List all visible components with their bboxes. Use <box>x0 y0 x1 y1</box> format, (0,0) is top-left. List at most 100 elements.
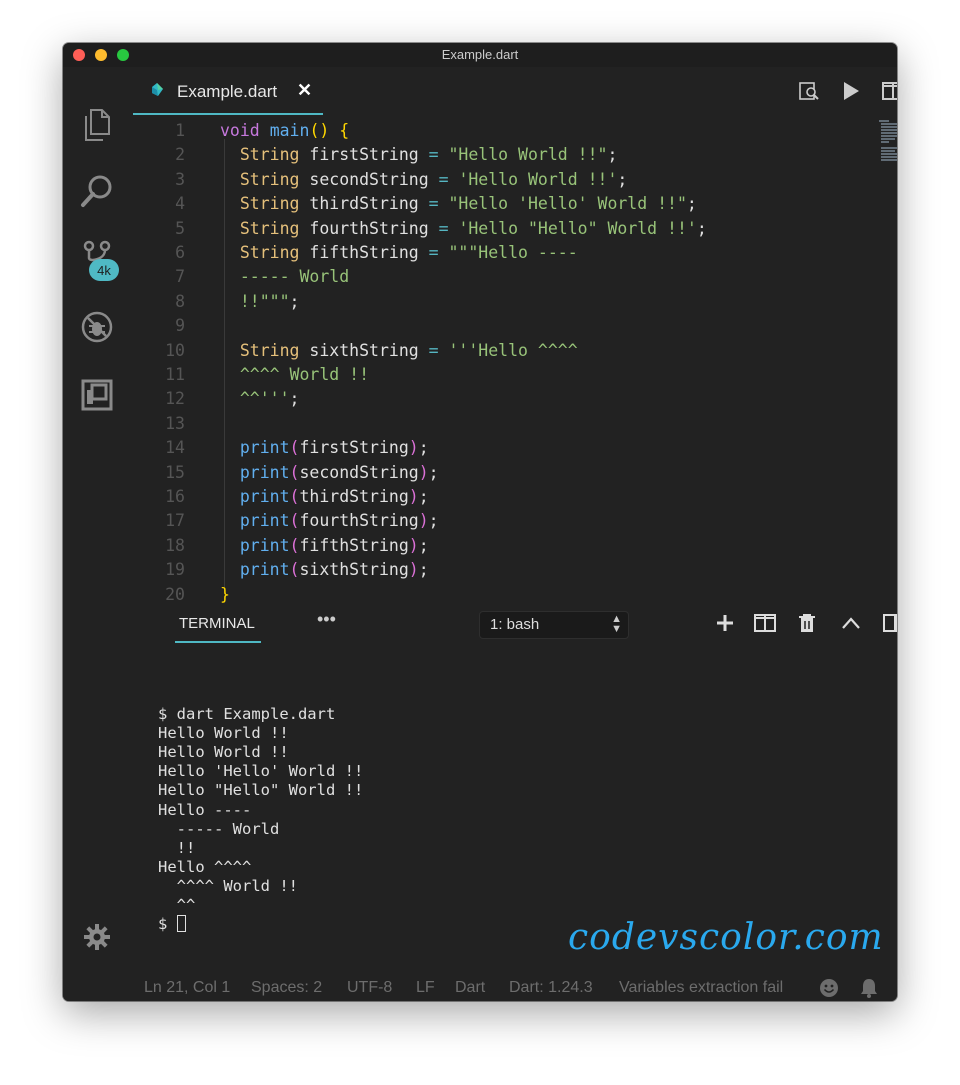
add-terminal-icon[interactable] <box>713 611 737 635</box>
smiley-icon[interactable] <box>819 978 839 1001</box>
code-token: ; <box>428 511 439 531</box>
code-line[interactable]: 13 <box>131 412 871 436</box>
status-cursor-position[interactable]: Ln 21, Col 1 <box>144 979 230 997</box>
code-text: !!"""; <box>220 290 300 314</box>
status-language[interactable]: Dart <box>455 979 485 997</box>
line-number: 7 <box>175 267 185 287</box>
terminal-line: Hello World !! <box>158 743 289 762</box>
code-text: ^^'''; <box>220 387 300 411</box>
code-text: void main() { <box>220 119 349 143</box>
run-icon[interactable] <box>839 79 863 103</box>
settings-gear-icon[interactable] <box>83 923 111 956</box>
code-line[interactable]: 20} <box>131 583 871 607</box>
code-token: ) <box>408 438 419 458</box>
bell-icon[interactable] <box>860 978 878 1001</box>
code-token: = <box>438 218 449 238</box>
search-icon[interactable] <box>79 173 115 209</box>
code-token: void <box>220 121 260 140</box>
panel-more-icon[interactable]: ••• <box>317 609 336 630</box>
code-text: print(sixthString); <box>220 558 429 582</box>
code-line[interactable]: 2 String firstString = "Hello World !!"; <box>131 143 871 167</box>
code-line[interactable]: 5 String fourthString = 'Hello "Hello" W… <box>131 217 871 241</box>
code-token: print <box>239 487 290 506</box>
chevron-up-icon[interactable] <box>839 611 863 635</box>
open-changes-icon[interactable] <box>797 79 821 103</box>
code-line[interactable]: 6 String fifthString = """Hello ---- <box>131 241 871 265</box>
code-token: firstString <box>299 145 429 165</box>
tab-terminal[interactable]: TERMINAL <box>179 615 255 632</box>
code-line[interactable]: 16 print(thirdString); <box>131 485 871 509</box>
code-line[interactable]: 17 print(fourthString); <box>131 509 871 533</box>
code-text: String thirdString = "Hello 'Hello' Worl… <box>220 192 697 216</box>
code-token: ; <box>617 169 628 189</box>
maximize-panel-icon[interactable] <box>881 611 897 635</box>
code-token: ) <box>418 462 429 482</box>
code-line[interactable]: 14 print(firstString); <box>131 436 871 460</box>
code-token: ( <box>289 462 300 482</box>
line-number: 19 <box>165 560 185 580</box>
code-line[interactable]: 1 void main() { <box>131 119 871 143</box>
code-token: !!""" <box>239 291 290 311</box>
code-line[interactable]: 15 print(secondString); <box>131 461 871 485</box>
code-token: String <box>239 194 300 214</box>
extensions-icon[interactable] <box>79 377 115 413</box>
terminal-line: Hello ^^^^ <box>158 857 252 876</box>
dart-file-icon <box>149 82 165 98</box>
code-editor[interactable]: 1 void main() {2 String firstString = "He… <box>131 115 897 605</box>
minimap[interactable] <box>879 120 897 162</box>
code-line[interactable]: 19 print(sixthString); <box>131 558 871 582</box>
code-line[interactable]: 10 String sixthString = '''Hello ^^^^ <box>131 339 871 363</box>
status-bar: Ln 21, Col 1 Spaces: 2 UTF-8 LF Dart Dar… <box>63 975 897 1001</box>
close-tab-icon[interactable]: ✕ <box>297 80 312 101</box>
line-number: 14 <box>165 438 185 458</box>
code-line[interactable]: 18 print(fifthString); <box>131 534 871 558</box>
code-line[interactable]: 4 String thirdString = "Hello 'Hello' Wo… <box>131 192 871 216</box>
terminal-line: Hello ---- <box>158 800 252 819</box>
code-token: firstString <box>299 438 409 458</box>
code-token: ; <box>428 462 439 482</box>
line-number: 4 <box>175 194 185 214</box>
terminal-prompt-line[interactable]: $ <box>158 915 186 934</box>
code-line[interactable]: 11 ^^^^ World !! <box>131 363 871 387</box>
split-terminal-icon[interactable] <box>753 611 777 635</box>
code-line[interactable]: 3 String secondString = 'Hello World !!'… <box>131 168 871 192</box>
terminal-line: $ dart Example.dart <box>158 705 336 723</box>
code-token: = <box>428 243 439 262</box>
line-number: 3 <box>175 169 185 189</box>
files-icon[interactable] <box>79 107 115 143</box>
trash-icon[interactable] <box>795 611 819 635</box>
status-eol[interactable]: LF <box>416 979 435 997</box>
code-line[interactable]: 12 ^^'''; <box>131 387 871 411</box>
code-token: = <box>438 169 449 189</box>
code-line[interactable]: 9 <box>131 314 871 338</box>
tab-label: Example.dart <box>177 82 278 101</box>
line-number: 6 <box>175 243 185 262</box>
code-text: String fifthString = """Hello ---- <box>220 241 578 265</box>
split-editor-icon[interactable] <box>881 79 897 103</box>
code-token: = <box>428 194 439 214</box>
status-indentation[interactable]: Spaces: 2 <box>251 979 322 997</box>
status-sdk-version[interactable]: Dart: 1.24.3 <box>509 979 593 997</box>
code-token: thirdString <box>299 194 429 214</box>
line-number: 18 <box>165 535 185 555</box>
line-number: 10 <box>165 340 185 360</box>
code-line[interactable]: 7 ----- World <box>131 265 871 289</box>
select-arrows-icon: ▲ ▼ <box>611 613 622 635</box>
code-line[interactable]: 8 !!"""; <box>131 290 871 314</box>
code-token: ----- World <box>239 267 350 287</box>
debug-icon[interactable] <box>79 309 115 345</box>
code-text: String firstString = "Hello World !!"; <box>220 143 618 167</box>
terminal-shell-select[interactable]: 1: bash ▲ ▼ <box>479 611 629 639</box>
tab-example-dart[interactable]: Example.dart ✕ <box>133 67 323 115</box>
status-encoding[interactable]: UTF-8 <box>347 979 392 997</box>
code-token: ^^''' <box>239 389 290 409</box>
